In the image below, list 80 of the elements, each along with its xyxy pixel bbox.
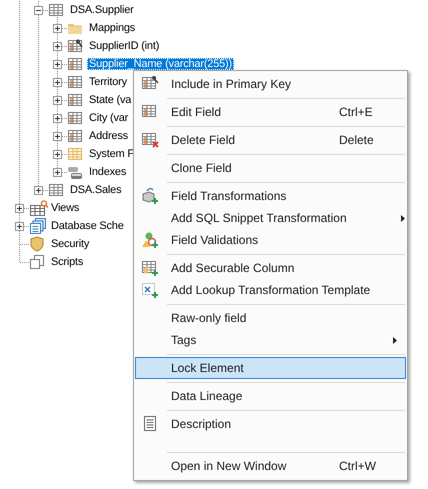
expand-icon[interactable] — [15, 204, 24, 212]
menu-item-label: Field Validations — [170, 233, 260, 247]
table-icon — [48, 182, 64, 198]
menu-item-label: Delete Field — [170, 133, 236, 147]
menu-item[interactable]: Delete Field Delete — [135, 129, 406, 151]
expand-icon[interactable] — [53, 132, 62, 140]
tree-item[interactable]: DSA.Supplier — [68, 4, 136, 16]
menu-item[interactable]: Add Securable Column — [135, 257, 406, 279]
key-icon — [67, 38, 83, 54]
tree-item[interactable]: DSA.Sales — [68, 184, 124, 196]
table-icon — [67, 56, 83, 72]
menu-item-label: Raw-only field — [170, 311, 248, 325]
shortcut-label: Ctrl+W — [339, 459, 377, 473]
tree-item[interactable]: Indexes — [87, 166, 128, 178]
menu-item-label: Include in Primary Key — [170, 77, 292, 91]
expand-icon[interactable] — [53, 42, 62, 50]
expand-icon[interactable] — [53, 114, 62, 122]
table-icon — [67, 92, 83, 108]
expand-icon[interactable] — [34, 186, 43, 194]
menu-item-label: Clone Field — [170, 161, 233, 175]
expand-icon[interactable] — [53, 78, 62, 86]
expand-icon[interactable] — [53, 168, 62, 176]
table-icon — [48, 2, 64, 18]
cube-icon — [141, 187, 159, 205]
table-icon — [67, 110, 83, 126]
menu-item[interactable]: Lock Element — [135, 357, 406, 379]
tree-item[interactable]: State (va — [87, 94, 134, 106]
tree-item[interactable]: Scripts — [49, 256, 86, 268]
stack-icon — [67, 164, 83, 180]
menu-item-label: Field Transformations — [170, 189, 288, 203]
menu-item-label: Data Lineage — [170, 389, 244, 403]
tree-item[interactable]: Territory — [87, 76, 129, 88]
menu-item[interactable]: Include in Primary Key — [135, 73, 406, 95]
menu-item-label: Add SQL Snippet Transformation — [170, 211, 347, 225]
table-icon — [67, 74, 83, 90]
shortcut-label: Ctrl+E — [339, 105, 374, 119]
menu-item-label: Lock Element — [170, 361, 245, 375]
menu-item-label: Tags — [170, 333, 198, 347]
shield-icon — [141, 259, 159, 277]
expand-icon[interactable] — [53, 96, 62, 104]
menu-item[interactable]: Data Lineage — [135, 385, 406, 407]
tree-item[interactable]: Supplier_Name (varchar(255)) — [87, 58, 234, 70]
tree-item[interactable]: Mappings — [87, 22, 138, 34]
menu-item[interactable]: Raw-only field — [135, 307, 406, 329]
expand-icon[interactable] — [53, 150, 62, 158]
menu-item[interactable]: Clone Field — [135, 157, 406, 179]
table-icon — [29, 199, 49, 217]
menu-item[interactable]: Tags — [135, 329, 406, 351]
expand-icon[interactable] — [15, 222, 24, 230]
tree-item[interactable]: City (var — [87, 112, 130, 124]
menu-item-label: Edit Field — [170, 105, 222, 119]
tree-item[interactable]: Views — [49, 202, 82, 214]
table-icon — [67, 146, 83, 162]
delete-icon — [141, 131, 159, 149]
menu-item-label: Add Securable Column — [170, 261, 296, 275]
collapse-icon[interactable] — [34, 6, 43, 14]
menu-item[interactable]: Add Lookup Transformation Template — [135, 279, 406, 301]
expand-icon[interactable] — [53, 60, 62, 68]
tree-item[interactable]: Address — [87, 130, 130, 142]
menu-item-label: Open in New Window — [170, 459, 288, 473]
tree-item[interactable]: SupplierID (int) — [87, 40, 162, 52]
menu-item[interactable]: Add SQL Snippet Transformation — [135, 207, 406, 229]
document-icon — [141, 415, 159, 433]
pages-icon — [29, 254, 45, 270]
shortcut-label: Delete — [339, 133, 375, 147]
menu-item[interactable]: Field Transformations — [135, 185, 406, 207]
menu-item-label: Description — [170, 417, 232, 431]
tree-item[interactable]: Database Sche — [49, 220, 126, 232]
menu-item[interactable]: Field Validations — [135, 229, 406, 251]
expand-icon[interactable] — [53, 24, 62, 32]
menu-item-label: Add Lookup Transformation Template — [170, 283, 370, 297]
validation-icon — [141, 231, 159, 249]
menu-item[interactable]: Description — [135, 413, 406, 435]
shield-icon — [29, 236, 45, 252]
table-icon — [67, 128, 83, 144]
documents-icon — [29, 217, 47, 235]
menu-item[interactable]: Edit Field Ctrl+E — [135, 101, 406, 123]
menu-item[interactable]: Open in New Window Ctrl+W — [135, 455, 406, 477]
lookup-icon — [141, 281, 159, 299]
tree-item[interactable]: Security — [49, 238, 92, 250]
